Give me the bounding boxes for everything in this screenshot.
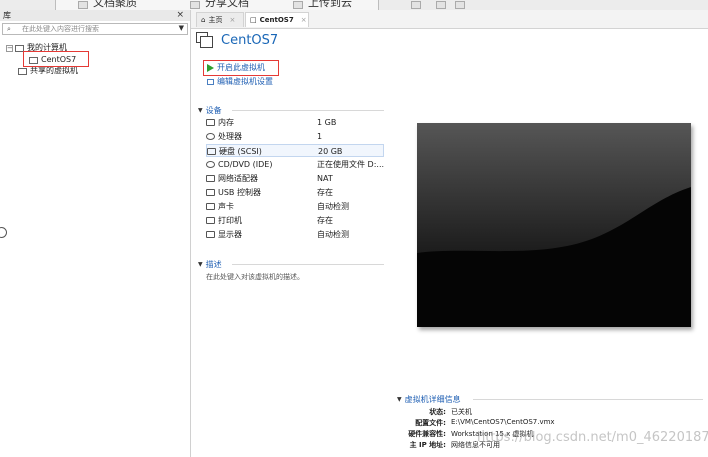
- cpu-icon: [206, 133, 215, 140]
- network-icon: [206, 175, 215, 182]
- device-value: 自动检测: [317, 202, 349, 211]
- devices-heading-label: 设备: [205, 106, 222, 115]
- device-row-harddisk[interactable]: 硬盘 (SCSI) 20 GB: [206, 144, 384, 157]
- search-icon: ⌕: [7, 25, 11, 33]
- close-icon[interactable]: ×: [176, 10, 184, 21]
- highlight-box-power-on: [203, 60, 279, 76]
- tab-home[interactable]: ⌂ 主页 ×: [196, 12, 244, 27]
- collapse-caret-icon[interactable]: ▼: [198, 261, 203, 268]
- device-row-sound[interactable]: 声卡 自动检测: [206, 200, 384, 213]
- detail-key: 硬件兼容性:: [408, 430, 446, 438]
- tab-label: 主页: [208, 15, 223, 24]
- watermark: https://blog.csdn.net/m0_46220187: [477, 430, 708, 445]
- dropdown-arrow-icon[interactable]: ▼: [179, 24, 184, 32]
- device-name: 硬盘 (SCSI): [219, 147, 262, 156]
- toolbar-fragment-1[interactable]: 文档聚质: [93, 0, 137, 10]
- description-heading-label: 描述: [205, 260, 222, 269]
- collapse-caret-icon[interactable]: ▼: [198, 107, 203, 114]
- device-name: 内存: [218, 118, 234, 127]
- toolbar-icon[interactable]: [455, 1, 465, 9]
- section-divider: [232, 264, 384, 265]
- toolbar-icon[interactable]: [436, 1, 446, 9]
- device-value: 存在: [317, 188, 333, 197]
- section-divider: [232, 110, 384, 111]
- device-value: NAT: [317, 174, 333, 183]
- tree-item-label: 共享的虚拟机: [30, 66, 78, 75]
- device-row-printer[interactable]: 打印机 存在: [206, 214, 384, 227]
- devices-heading[interactable]: ▼ 设备: [198, 105, 222, 116]
- home-icon: ⌂: [201, 15, 206, 24]
- tree-item-shared-vms[interactable]: 共享的虚拟机: [18, 66, 78, 76]
- detail-value-config[interactable]: E:\VM\CentOS7\CentOS7.vmx: [451, 418, 555, 426]
- top-strip: 文档聚质 分享文档 上传到云: [0, 0, 708, 10]
- device-value: 20 GB: [318, 147, 343, 156]
- device-name: 网络适配器: [218, 174, 258, 183]
- edit-settings-link[interactable]: 编辑虚拟机设置: [207, 76, 273, 87]
- share-icon: [190, 1, 200, 9]
- toolbar-icon[interactable]: [411, 1, 421, 9]
- display-icon: [206, 231, 215, 238]
- device-name: 显示器: [218, 230, 242, 239]
- tab-bar: ⌂ 主页 × □ CentOS7 ×: [191, 10, 708, 29]
- device-name: 声卡: [218, 202, 234, 211]
- detail-key: 状态:: [429, 408, 446, 416]
- collapse-caret-icon[interactable]: ▼: [397, 396, 402, 403]
- edit-icon: [207, 78, 214, 85]
- splitter-handle[interactable]: [0, 227, 7, 238]
- details-heading[interactable]: ▼ 虚拟机详细信息: [397, 394, 461, 405]
- vm-title-icon: [196, 32, 213, 48]
- device-row-usb[interactable]: USB 控制器 存在: [206, 186, 384, 199]
- document-icon: [78, 1, 88, 9]
- close-tab-icon[interactable]: ×: [229, 13, 235, 28]
- library-search[interactable]: ⌕ ▼: [2, 23, 188, 35]
- cd-icon: [206, 161, 215, 168]
- device-row-cd[interactable]: CD/DVD (IDE) 正在使用文件 D:...: [206, 158, 384, 171]
- tab-centos7[interactable]: □ CentOS7 ×: [245, 12, 309, 27]
- library-header: 库 ×: [0, 10, 190, 21]
- harddisk-icon: [207, 148, 216, 155]
- preview-graphic: [417, 123, 691, 327]
- device-value: 1 GB: [317, 118, 337, 127]
- printer-icon: [206, 217, 215, 224]
- toolbar-fragment-3[interactable]: 上传到云: [308, 0, 352, 10]
- vm-title: CentOS7: [221, 33, 279, 48]
- device-name: 打印机: [218, 216, 242, 225]
- device-value: 1: [317, 132, 323, 141]
- library-title: 库: [3, 11, 11, 20]
- library-panel: 库 × ⌕ ▼ − 我的计算机 CentOS7 共享的虚拟机: [0, 10, 191, 457]
- edit-settings-label: 编辑虚拟机设置: [217, 77, 273, 86]
- detail-key: 主 IP 地址:: [409, 441, 446, 449]
- vm-tab-icon: □: [250, 15, 257, 24]
- details-heading-label: 虚拟机详细信息: [404, 395, 461, 404]
- device-row-memory[interactable]: 内存 1 GB: [206, 116, 384, 129]
- description-heading[interactable]: ▼ 描述: [198, 259, 222, 270]
- device-value: 存在: [317, 216, 333, 225]
- shared-vm-icon: [18, 67, 27, 75]
- highlight-box-vm: [23, 51, 89, 67]
- device-row-network[interactable]: 网络适配器 NAT: [206, 172, 384, 185]
- search-input[interactable]: [22, 24, 172, 34]
- speaker-icon: [206, 203, 215, 210]
- detail-value-status: 已关机: [451, 408, 472, 416]
- device-value: 正在使用文件 D:...: [317, 160, 385, 169]
- vm-preview-screen[interactable]: [417, 123, 691, 327]
- usb-icon: [206, 189, 215, 196]
- description-placeholder[interactable]: 在此处键入对该虚拟机的描述。: [206, 272, 304, 282]
- device-row-display[interactable]: 显示器 自动检测: [206, 228, 384, 241]
- device-value: 自动检测: [317, 230, 349, 239]
- detail-key: 配置文件:: [415, 419, 446, 427]
- tab-label: CentOS7: [259, 15, 294, 24]
- collapse-icon[interactable]: −: [6, 44, 13, 52]
- upload-icon: [293, 1, 303, 9]
- close-tab-icon[interactable]: ×: [301, 13, 307, 28]
- toolbar-fragment-2[interactable]: 分享文档: [205, 0, 249, 10]
- section-divider: [473, 399, 703, 400]
- device-row-cpu[interactable]: 处理器 1: [206, 130, 384, 143]
- memory-icon: [206, 119, 215, 126]
- device-name: CD/DVD (IDE): [218, 160, 273, 169]
- device-name: 处理器: [218, 132, 242, 141]
- device-name: USB 控制器: [218, 188, 261, 197]
